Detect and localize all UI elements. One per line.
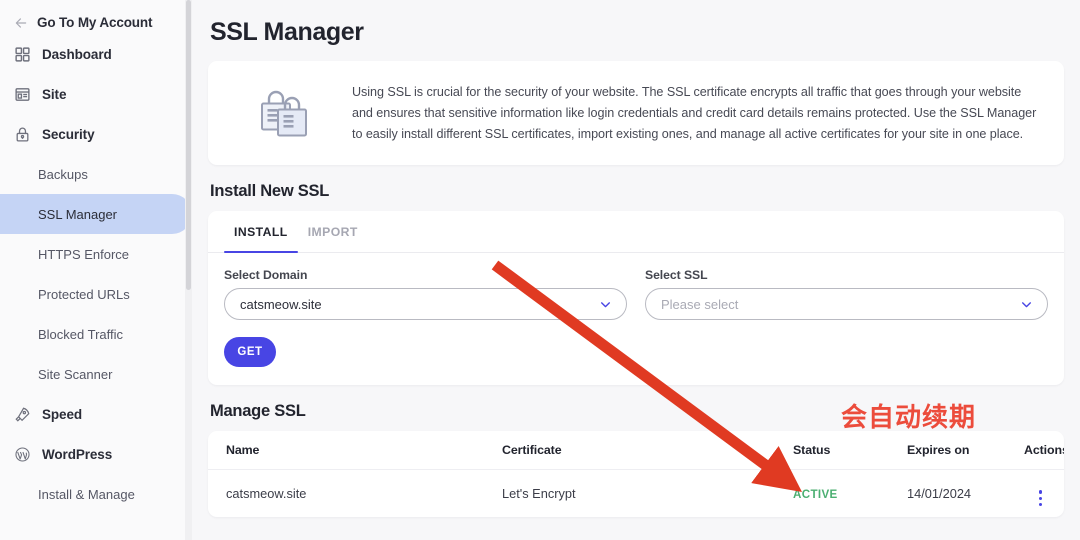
sidebar-item-blocked-traffic[interactable]: Blocked Traffic [0,314,192,354]
page-title: SSL Manager [210,18,364,46]
status-badge: ACTIVE [793,487,838,501]
sidebar-item-install-and-manage[interactable]: Install & Manage [0,474,192,514]
get-button[interactable]: GET [224,337,276,367]
sidebar-item-site-scanner-label: Site Scanner [38,366,113,382]
sidebar-item-site[interactable]: Site [0,74,192,114]
tab-install[interactable]: INSTALL [224,211,298,253]
select-ssl-label: Select SSL [645,268,708,282]
table-row[interactable]: catsmeow.site Let's Encrypt ACTIVE 14/01… [208,469,1064,517]
install-section-title: Install New SSL [210,182,330,200]
arrow-left-icon [15,17,27,28]
install-panel: INSTALL IMPORT Select Domain catsmeow.si… [208,211,1064,385]
sidebar-item-security-label: Security [42,126,95,142]
chevron-down-icon [601,301,610,307]
select-domain-field: Select Domain catsmeow.site [224,268,627,320]
select-ssl-dropdown[interactable]: Please select [645,288,1048,320]
install-tabs: INSTALL IMPORT [208,211,1064,253]
info-banner-text: Using SSL is crucial for the security of… [352,84,1037,141]
sidebar-item-install-and-manage-label: Install & Manage [38,486,135,502]
sidebar-item-protected-urls-label: Protected URLs [38,286,130,302]
sidebar-item-ssl-manager-label: SSL Manager [38,206,118,222]
column-header-certificate: Certificate [502,443,562,457]
browser-window-icon [15,87,30,101]
sidebar-nav: Dashboard Site Security Backups SSL Mana… [0,34,192,514]
manage-ssl-table: Name Certificate Status Expires on Actio… [208,431,1064,517]
two-padlocks-icon [224,84,344,142]
tab-import-label: IMPORT [307,224,358,239]
sidebar-item-https-enforce[interactable]: HTTPS Enforce [0,234,192,274]
select-domain-value: catsmeow.site [240,296,322,312]
column-header-expires-on: Expires on [907,443,970,457]
sidebar-item-site-scanner[interactable]: Site Scanner [0,354,192,394]
kebab-menu-icon[interactable] [1038,490,1046,507]
sidebar-item-dashboard[interactable]: Dashboard [0,34,192,74]
get-button-label: GET [237,346,263,358]
sidebar-item-ssl-manager[interactable]: SSL Manager [0,194,192,234]
tab-install-label: INSTALL [234,224,288,239]
sidebar-item-blocked-traffic-label: Blocked Traffic [38,326,124,342]
column-header-name: Name [226,443,260,457]
sidebar-item-site-label: Site [42,86,67,102]
sidebar-scrollbar-thumb[interactable] [186,0,191,290]
main-content: SSL Manager Using SSL is crucial for the [192,0,1080,540]
rocket-icon [15,407,30,422]
sidebar-item-protected-urls[interactable]: Protected URLs [0,274,192,314]
select-domain-label: Select Domain [224,268,308,282]
wordpress-icon [15,446,30,462]
sidebar: Go To My Account Dashboard Site Security… [0,0,192,540]
manage-section-title: Manage SSL [210,402,306,420]
sidebar-item-wordpress[interactable]: WordPress [0,434,192,474]
select-ssl-field: Select SSL Please select [645,268,1048,320]
cell-name: catsmeow.site [226,486,307,501]
column-header-actions: Actions [1024,443,1064,457]
select-ssl-placeholder: Please select [661,296,739,312]
chevron-down-icon [1022,301,1031,307]
app-root: Go To My Account Dashboard Site Security… [0,0,1080,540]
sidebar-item-wordpress-label: WordPress [42,446,113,462]
sidebar-item-https-enforce-label: HTTPS Enforce [38,246,130,262]
select-domain-dropdown[interactable]: catsmeow.site [224,288,627,320]
sidebar-item-backups[interactable]: Backups [0,154,192,194]
lock-icon [16,127,29,142]
info-banner: Using SSL is crucial for the security of… [208,61,1064,165]
cell-expires-on: 14/01/2024 [907,486,972,501]
go-to-my-account-link[interactable]: Go To My Account [0,0,192,34]
go-to-my-account-label: Go To My Account [37,15,153,30]
sidebar-item-speed-label: Speed [42,406,83,422]
cell-certificate: Let's Encrypt [502,486,576,501]
sidebar-scrollbar-track[interactable] [185,0,192,540]
sidebar-item-backups-label: Backups [38,166,88,182]
sidebar-item-speed[interactable]: Speed [0,394,192,434]
sidebar-item-dashboard-label: Dashboard [42,46,112,62]
tab-import[interactable]: IMPORT [298,211,368,252]
install-form: Select Domain catsmeow.site Select SSL P… [208,253,1064,385]
sidebar-item-security[interactable]: Security [0,114,192,154]
table-header-row: Name Certificate Status Expires on Actio… [208,431,1064,469]
column-header-status: Status [793,443,831,457]
grid-icon [15,46,30,62]
